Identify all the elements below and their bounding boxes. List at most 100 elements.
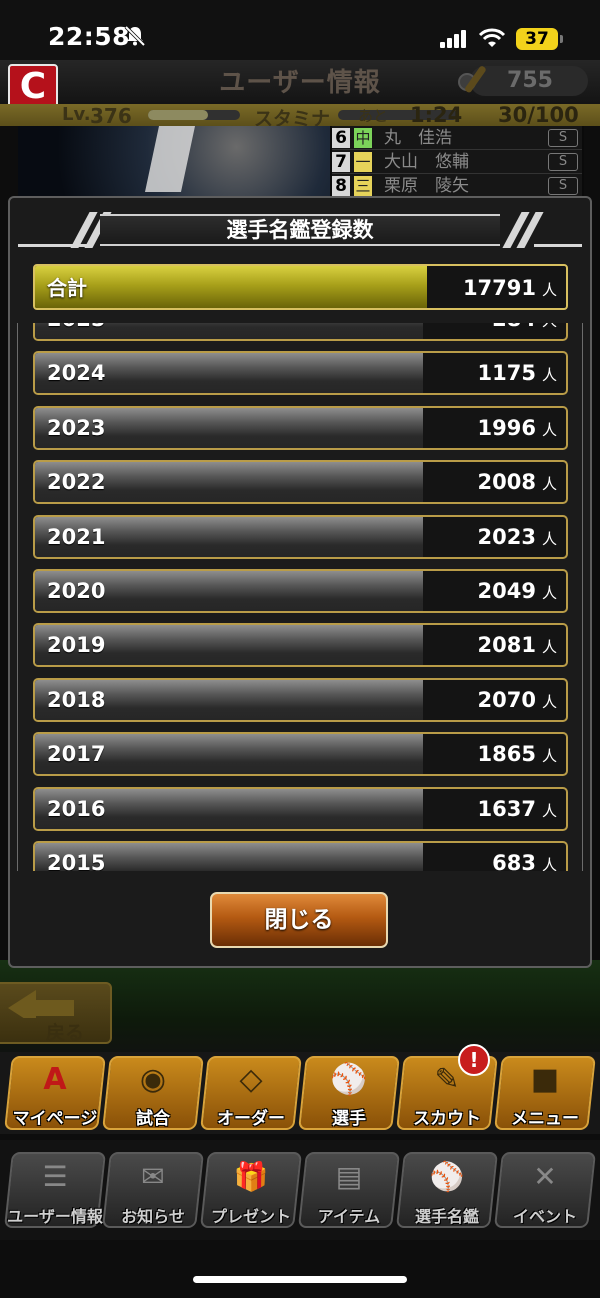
year-row: 2024 1175 人 [33,351,568,396]
total-label: 合計 [47,276,87,300]
stamina-value: 30/100 [498,103,579,127]
status-time: 22:58 [48,22,131,51]
submenu-label: プレゼント [210,1207,291,1226]
year-row: 2016 1637 人 [33,786,568,831]
stamina-timer: 1:24 [410,103,463,127]
batting-order: 7 [332,152,350,172]
year-count: 1865 [477,742,536,767]
level-label: Lv. [62,104,91,125]
menu-label: マイページ [12,1109,98,1129]
year-unit: 人 [541,366,557,385]
position-badge: 三 [354,176,372,196]
batting-order: 6 [332,128,350,148]
player-book-icon: ⚾ [429,1160,465,1193]
title-underline [534,244,582,247]
level-value: 376 [90,104,132,128]
status-bar: 22:58 37 [0,0,600,60]
gift-icon: 🎁 [233,1160,269,1193]
submenu-label: お知らせ [121,1207,185,1226]
total-unit: 人 [541,281,557,299]
menu-label: オーダー [217,1109,285,1129]
year-label: 2016 [47,796,106,821]
scout-alert-badge: ! [458,1044,490,1076]
back-arrow-icon [8,990,74,1018]
year-row: 2023 1996 人 [33,405,568,450]
position-badge: 一 [354,152,372,172]
year-unit: 人 [541,801,557,820]
bat-ball-icon [458,66,486,93]
year-count: 2008 [477,470,536,495]
year-label: 2018 [47,687,106,712]
field-diamond-icon: ◇ [239,1062,263,1097]
year-unit: 人 [541,692,557,711]
year-count: 2023 [477,524,536,549]
home-indicator[interactable] [193,1276,407,1283]
lineup-row: 8 三栗原 陵矢 S [332,174,582,198]
year-unit: 人 [541,529,557,548]
player-name: 栗原 陵矢 [384,176,469,196]
dialog-title: 選手名鑑登録数 [226,218,374,242]
total-row: 合計 17791 人 [33,264,568,310]
year-row: 2017 1865 人 [33,732,568,777]
year-unit: 人 [542,323,557,339]
total-count: 17791 [462,276,536,300]
year-label: 2015 [47,851,106,871]
skill-icon: S [548,177,578,195]
menu-label: 試合 [136,1109,170,1129]
bell-muted-icon [124,25,146,47]
menu-label: メニュー [511,1109,579,1129]
menu-label: スカウト [413,1109,481,1129]
submenu-label: アイテム [317,1207,381,1226]
recover-label: あと [358,107,389,125]
year-row: 2020 2049 人 [33,569,568,613]
currency-amount: 755 [507,68,553,93]
lineup-row: 7 一大山 悠輔 S [332,150,582,174]
year-label: 2022 [47,470,106,495]
year-row: 2022 2008 人 [33,460,568,505]
lineup-row: 6中丸 佳浩 S [332,126,582,150]
year-unit: 人 [541,747,557,766]
year-label: 2019 [47,633,106,658]
battery-icon: 37 [516,28,563,50]
back-button[interactable]: 戻る [0,982,112,1044]
a-logo-icon: A [43,1062,67,1097]
skill-icon: S [548,153,578,171]
year-unit: 人 [541,475,557,494]
submenu-label: イベント [512,1207,577,1226]
year-row: 2018 2070 人 [33,677,568,722]
wifi-icon [478,28,506,47]
signal-icon [440,30,466,48]
year-label: 2017 [47,742,106,767]
year-unit: 人 [541,584,557,602]
year-count: 2049 [477,579,536,603]
year-count: 284 [492,323,536,339]
year-count: 2081 [477,633,536,658]
back-label: 戻る [46,1022,85,1044]
menu-label: 選手 [332,1109,366,1129]
item-book-icon: ▤ [335,1160,363,1193]
batting-order: 8 [332,176,350,196]
player-name: 大山 悠輔 [384,152,469,172]
position-badge: 中 [354,128,372,148]
user-card-icon: ☰ [42,1160,68,1193]
year-label: 2021 [47,524,106,549]
year-list[interactable]: 2025284人20241175人20231996人20222008人20212… [17,323,583,871]
skill-icon: S [548,129,578,147]
year-row: 2019 2081 人 [33,623,568,668]
year-label: 2023 [47,415,106,440]
year-unit: 人 [541,856,557,871]
year-row: 2025 284 人 [33,323,568,341]
close-button[interactable]: 閉じる [210,892,388,948]
notice-icon: ✉ [141,1160,165,1193]
event-bats-icon: ✕ [533,1160,557,1193]
submenu-label: 選手名鑑 [414,1207,479,1226]
submenu-label: ユーザー情報 [7,1207,103,1226]
year-count: 2070 [477,687,536,712]
year-row: 2021 2023 人 [33,514,568,559]
year-label: 2025 [47,323,105,339]
year-count: 1637 [477,796,536,821]
year-count: 1175 [477,361,536,386]
year-count: 1996 [477,415,536,440]
year-label: 2020 [47,579,106,603]
menu-box-icon: ■ [530,1062,560,1097]
